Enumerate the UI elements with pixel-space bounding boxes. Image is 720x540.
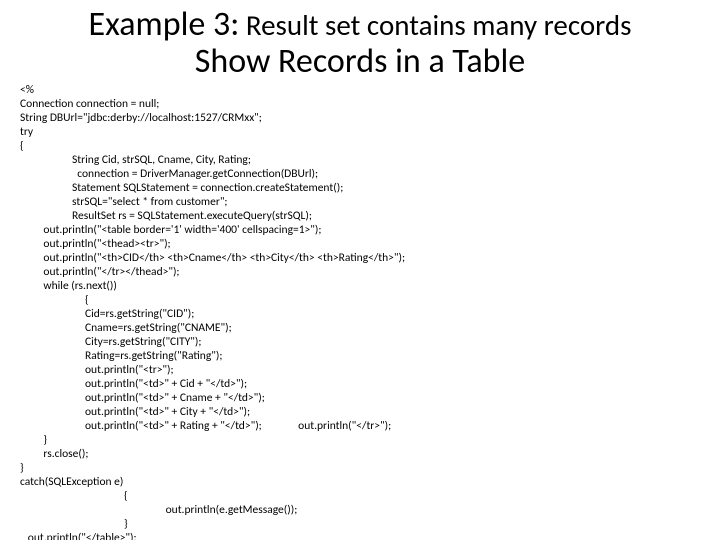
slide: Example 3: Result set contains many reco… xyxy=(0,0,720,540)
title-line-1: Example 3: Result set contains many reco… xyxy=(20,6,700,43)
title-line-2: Show Records in a Table xyxy=(20,43,700,80)
code-block: <% Connection connection = null; String … xyxy=(20,83,700,540)
slide-title: Example 3: Result set contains many reco… xyxy=(20,6,700,81)
title-prefix: Example 3: xyxy=(89,4,240,45)
title-rest: Result set contains many records xyxy=(239,7,631,43)
